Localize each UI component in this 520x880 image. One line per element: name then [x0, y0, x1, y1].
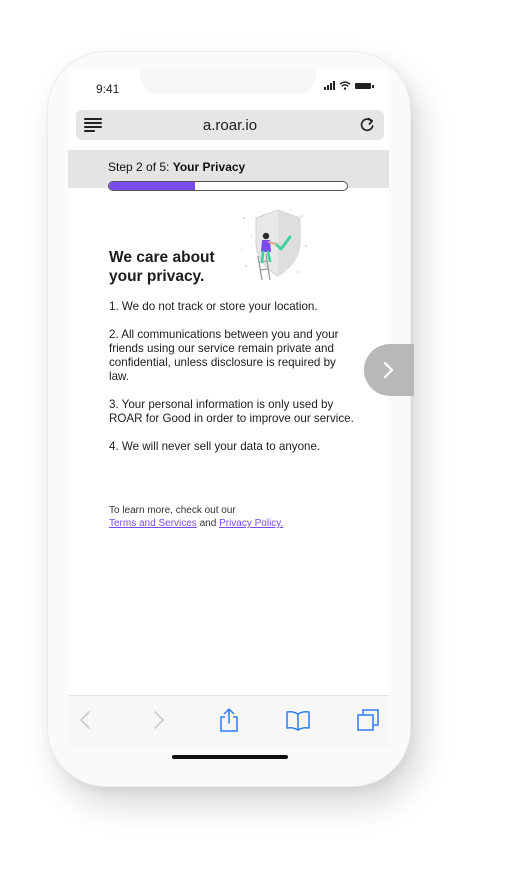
reload-icon[interactable] — [358, 116, 376, 134]
page-title-line-2: your privacy. — [109, 268, 205, 285]
privacy-point: 3. Your personal information is only use… — [109, 398, 354, 425]
notch — [140, 68, 316, 94]
privacy-point: 1. We do not track or store your locatio… — [109, 300, 318, 313]
url-text[interactable]: a.roar.io — [76, 117, 384, 134]
step-count: Step 2 of 5: — [108, 160, 170, 174]
bookmarks-icon[interactable] — [285, 707, 311, 733]
step-label: Step 2 of 5: Your Privacy — [108, 160, 245, 174]
step-progress-fill — [109, 182, 195, 190]
home-indicator[interactable] — [172, 755, 288, 759]
back-icon[interactable] — [73, 707, 99, 733]
share-icon[interactable] — [216, 707, 242, 733]
page-title: We care about your privacy. — [109, 248, 239, 286]
terms-link[interactable]: Terms and Services — [109, 518, 197, 529]
status-time: 9:41 — [96, 82, 120, 96]
learn-more-intro: To learn more, check out our — [109, 505, 236, 516]
address-bar[interactable]: a.roar.io — [76, 110, 384, 140]
page-title-line-1: We care about — [109, 249, 215, 266]
privacy-point: 4. We will never sell your data to anyon… — [109, 440, 321, 453]
signal-icon — [324, 81, 335, 90]
tabs-icon[interactable] — [355, 707, 381, 733]
battery-icon — [355, 83, 374, 89]
step-title: Your Privacy — [172, 160, 246, 174]
browser-toolbar — [68, 695, 389, 748]
privacy-shield-illustration — [241, 209, 307, 281]
chevron-right-icon — [383, 361, 394, 379]
privacy-points: 1. We do not track or store your locatio… — [109, 300, 355, 468]
learn-more-joiner: and — [199, 518, 217, 529]
status-icons — [324, 81, 374, 90]
wifi-icon — [339, 81, 351, 90]
privacy-point: 2. All communications between you and yo… — [109, 328, 339, 383]
privacy-policy-link[interactable]: Privacy Policy. — [219, 518, 283, 529]
step-progress-bar — [108, 181, 348, 191]
phone-screen: 9:41 a.roar.io Step 2 of 5: Your Privacy — [68, 68, 389, 748]
learn-more: To learn more, check out our Terms and S… — [109, 504, 359, 530]
learn-more-links: Terms and Services and Privacy Policy. — [109, 517, 359, 530]
next-step-button[interactable] — [364, 344, 414, 396]
forward-icon[interactable] — [145, 707, 171, 733]
